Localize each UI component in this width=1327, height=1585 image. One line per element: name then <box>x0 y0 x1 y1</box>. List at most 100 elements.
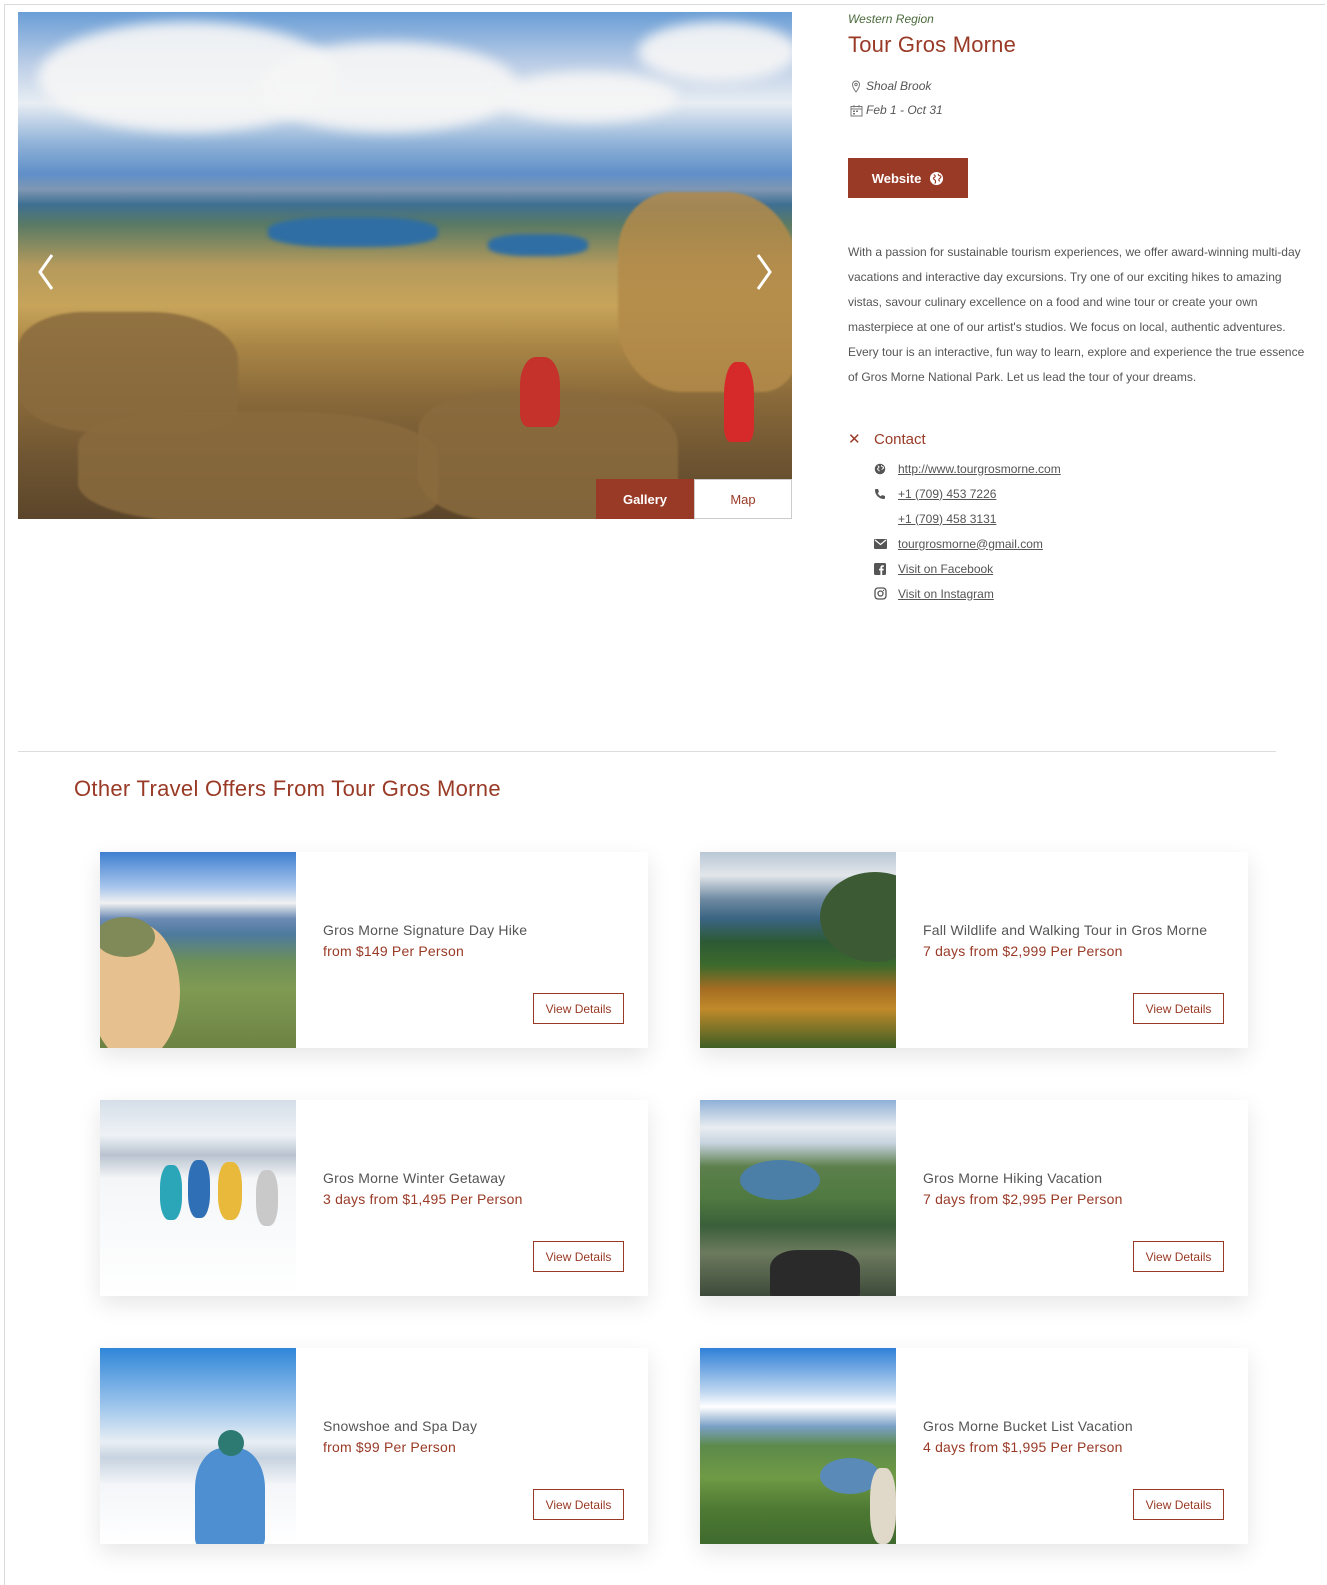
view-details-button[interactable]: View Details <box>1133 993 1224 1024</box>
location-text: Shoal Brook <box>866 79 932 93</box>
listing-meta: Shoal Brook Feb 1 - Oct 31 <box>848 74 1310 122</box>
dates-row: Feb 1 - Oct 31 <box>848 98 1310 122</box>
section-divider <box>18 751 1276 752</box>
person-shape <box>195 1448 265 1544</box>
hill-shape <box>820 872 896 962</box>
offer-body: Fall Wildlife and Walking Tour in Gros M… <box>896 852 1248 1048</box>
offer-price: from $99 Per Person <box>323 1439 456 1455</box>
tab-gallery[interactable]: Gallery <box>596 479 694 519</box>
rock-shape <box>78 412 438 519</box>
snowshoer-figure <box>218 1162 242 1220</box>
hiker-figure <box>724 362 754 442</box>
snowshoer-figure <box>160 1165 182 1220</box>
offer-name: Gros Morne Signature Day Hike <box>323 922 528 938</box>
contact-email-link[interactable]: tourgrosmorne@gmail.com <box>898 537 1043 551</box>
lake-shape <box>268 217 438 247</box>
offer-body: Snowshoe and Spa Day from $99 Per Person… <box>296 1348 648 1544</box>
snowshoer-figure <box>256 1170 278 1226</box>
offer-body: Gros Morne Winter Getaway 3 days from $1… <box>296 1100 648 1296</box>
view-details-button[interactable]: View Details <box>533 993 624 1024</box>
website-button-label: Website <box>871 170 922 186</box>
offer-card: Gros Morne Bucket List Vacation 4 days f… <box>700 1348 1248 1544</box>
contact-instagram-link[interactable]: Visit on Instagram <box>898 587 994 601</box>
contact-toggle[interactable]: ✕ Contact <box>848 430 1310 449</box>
offer-card: Fall Wildlife and Walking Tour in Gros M… <box>700 852 1248 1048</box>
offers-heading: Other Travel Offers From Tour Gros Morne <box>74 776 501 801</box>
page-title: Tour Gros Morne <box>848 32 1017 57</box>
globe-icon <box>873 462 887 476</box>
offer-price: 3 days from $1,495 Per Person <box>323 1191 523 1207</box>
offer-thumbnail <box>700 1100 896 1296</box>
cloud-shape <box>258 42 518 132</box>
instagram-icon <box>873 587 887 601</box>
listing-info: Western Region Tour Gros Morne Shoal Bro… <box>848 12 1310 606</box>
calendar-icon <box>848 103 864 117</box>
offer-body: Gros Morne Bucket List Vacation 4 days f… <box>896 1348 1248 1544</box>
offer-thumbnail <box>700 1348 896 1544</box>
offer-price: 4 days from $1,995 Per Person <box>923 1439 1123 1455</box>
contact-phone-link[interactable]: +1 (709) 453 7226 <box>898 487 996 501</box>
hat-shape <box>218 1430 244 1456</box>
offer-card: Gros Morne Winter Getaway 3 days from $1… <box>100 1100 648 1296</box>
person-shape <box>870 1468 896 1544</box>
contact-phone-link-2[interactable]: +1 (709) 458 3131 <box>898 512 996 526</box>
website-button[interactable]: Website <box>848 158 968 198</box>
location-row: Shoal Brook <box>848 74 1310 98</box>
offer-thumbnail <box>100 1100 296 1296</box>
cloud-shape <box>638 22 792 82</box>
media-tabs: Gallery Map <box>596 479 792 519</box>
view-details-button[interactable]: View Details <box>533 1489 624 1520</box>
offer-card: Gros Morne Signature Day Hike from $149 … <box>100 852 648 1048</box>
hiker-figure <box>520 357 560 427</box>
chevron-left-icon <box>38 254 54 290</box>
offer-name: Fall Wildlife and Walking Tour in Gros M… <box>923 922 1208 938</box>
lake-shape <box>488 234 588 256</box>
offer-body: Gros Morne Signature Day Hike from $149 … <box>296 852 648 1048</box>
contact-website-row: http://www.tourgrosmorne.com <box>873 456 1310 481</box>
offer-thumbnail <box>100 852 296 1048</box>
offer-name: Snowshoe and Spa Day <box>323 1418 478 1434</box>
contact-facebook-row: Visit on Facebook <box>873 556 1310 581</box>
envelope-icon <box>873 537 887 551</box>
gallery-next-button[interactable] <box>748 247 778 297</box>
dates-text: Feb 1 - Oct 31 <box>866 103 943 117</box>
view-details-button[interactable]: View Details <box>1133 1489 1224 1520</box>
offer-name: Gros Morne Winter Getaway <box>323 1170 506 1186</box>
phone-icon <box>873 487 887 501</box>
offer-thumbnail <box>700 852 896 1048</box>
contact-phone-row: +1 (709) 453 7226 <box>873 481 1310 506</box>
offer-thumbnail <box>100 1348 296 1544</box>
offer-card: Snowshoe and Spa Day from $99 Per Person… <box>100 1348 648 1544</box>
offer-name: Gros Morne Hiking Vacation <box>923 1170 1103 1186</box>
contact-instagram-row: Visit on Instagram <box>873 581 1310 606</box>
cloud-shape <box>498 72 678 122</box>
listing-description: With a passion for sustainable tourism e… <box>848 245 1305 384</box>
snowshoer-figure <box>188 1160 210 1218</box>
lake-shape <box>740 1160 820 1200</box>
globe-icon <box>930 171 944 185</box>
offer-name: Gros Morne Bucket List Vacation <box>923 1418 1133 1434</box>
view-details-button[interactable]: View Details <box>533 1241 624 1272</box>
offer-price: 7 days from $2,999 Per Person <box>923 943 1123 959</box>
offer-price: 7 days from $2,995 Per Person <box>923 1191 1123 1207</box>
facebook-icon <box>873 562 887 576</box>
offer-card: Gros Morne Hiking Vacation 7 days from $… <box>700 1100 1248 1296</box>
offer-body: Gros Morne Hiking Vacation 7 days from $… <box>896 1100 1248 1296</box>
contact-website-link[interactable]: http://www.tourgrosmorne.com <box>898 462 1061 476</box>
map-pin-icon <box>848 79 864 93</box>
hero-gallery-image: Gallery Map <box>18 12 792 519</box>
contact-facebook-link[interactable]: Visit on Facebook <box>898 562 993 576</box>
contact-list: http://www.tourgrosmorne.com +1 (709) 45… <box>848 456 1310 606</box>
region-label: Western Region <box>848 12 934 26</box>
contact-heading: Contact <box>874 430 926 448</box>
close-icon: ✕ <box>848 431 861 448</box>
boots-shape <box>770 1250 860 1296</box>
contact-phone-row-2: +1 (709) 458 3131 <box>873 506 1310 531</box>
view-details-button[interactable]: View Details <box>1133 1241 1224 1272</box>
offer-price: from $149 Per Person <box>323 943 464 959</box>
contact-email-row: tourgrosmorne@gmail.com <box>873 531 1310 556</box>
chevron-right-icon <box>756 254 772 290</box>
tab-map[interactable]: Map <box>694 479 792 519</box>
gallery-prev-button[interactable] <box>32 247 62 297</box>
